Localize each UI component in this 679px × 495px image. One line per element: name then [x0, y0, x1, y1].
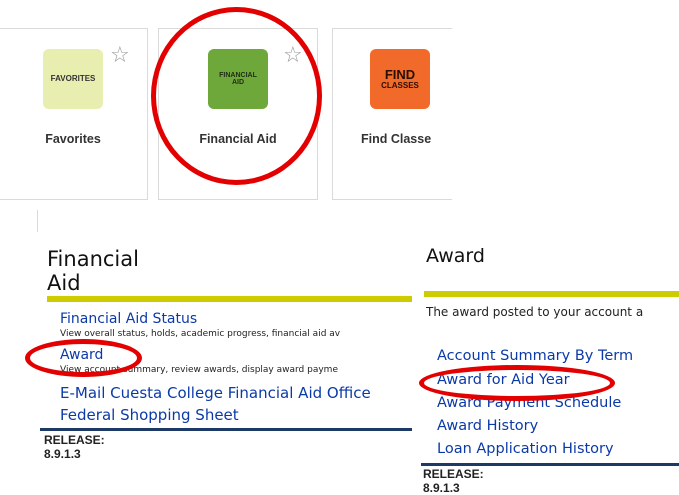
financial-aid-app-icon: FINANCIAL AID: [208, 49, 268, 109]
tile-financial-aid[interactable]: FINANCIAL AID ☆ Financial Aid: [158, 28, 318, 200]
award-intro-text: The award posted to your account a: [426, 305, 644, 319]
find-classes-icon-text-2: CLASSES: [381, 80, 419, 90]
page-title-financial-aid: Financial Aid: [47, 247, 139, 295]
navy-divider: [421, 463, 679, 466]
link-account-summary-by-term[interactable]: Account Summary By Term: [437, 348, 633, 364]
tile-label-financial-aid: Financial Aid: [199, 132, 277, 146]
release-version: RELEASE: 8.9.1.3: [423, 467, 484, 495]
link-financial-aid-status[interactable]: Financial Aid Status: [60, 311, 197, 327]
tile-favorites[interactable]: FAVORITES ☆ Favorites: [0, 28, 148, 200]
tile-label-find-classes: Find Classe: [361, 132, 432, 146]
favorites-app-icon: FAVORITES: [43, 49, 103, 109]
find-classes-icon-text-1: FIND: [384, 66, 416, 82]
link-award-for-aid-year[interactable]: Award for Aid Year: [437, 372, 570, 388]
desc-award: View account summary, review awards, dis…: [60, 365, 338, 375]
tile-find-classes[interactable]: FIND CLASSES Find Classe: [332, 28, 452, 200]
financial-aid-icon-text-1: FINANCIAL: [219, 71, 257, 79]
yellow-divider: [47, 296, 412, 302]
page-title-award: Award: [426, 245, 485, 267]
link-email-financial-aid-office[interactable]: E-Mail Cuesta College Financial Aid Offi…: [60, 384, 371, 402]
link-award[interactable]: Award: [60, 347, 103, 363]
link-award-history[interactable]: Award History: [437, 418, 538, 434]
release-version: RELEASE: 8.9.1.3: [44, 433, 105, 461]
tile-label-favorites: Favorites: [45, 132, 101, 146]
link-loan-application-history[interactable]: Loan Application History: [437, 441, 614, 457]
financial-aid-icon-text-2: AID: [231, 79, 245, 86]
desc-financial-aid-status: View overall status, holds, academic pro…: [60, 329, 341, 339]
favorites-icon-text: FAVORITES: [50, 73, 96, 83]
link-award-payment-schedule[interactable]: Award Payment Schedule: [437, 395, 621, 411]
favorite-star-icon[interactable]: ☆: [110, 45, 130, 67]
favorite-star-icon[interactable]: ☆: [283, 45, 303, 67]
panel-divider: [37, 210, 38, 232]
link-federal-shopping-sheet[interactable]: Federal Shopping Sheet: [60, 406, 239, 424]
navy-divider: [40, 428, 412, 431]
find-classes-app-icon: FIND CLASSES: [370, 49, 430, 109]
yellow-divider: [424, 291, 679, 297]
